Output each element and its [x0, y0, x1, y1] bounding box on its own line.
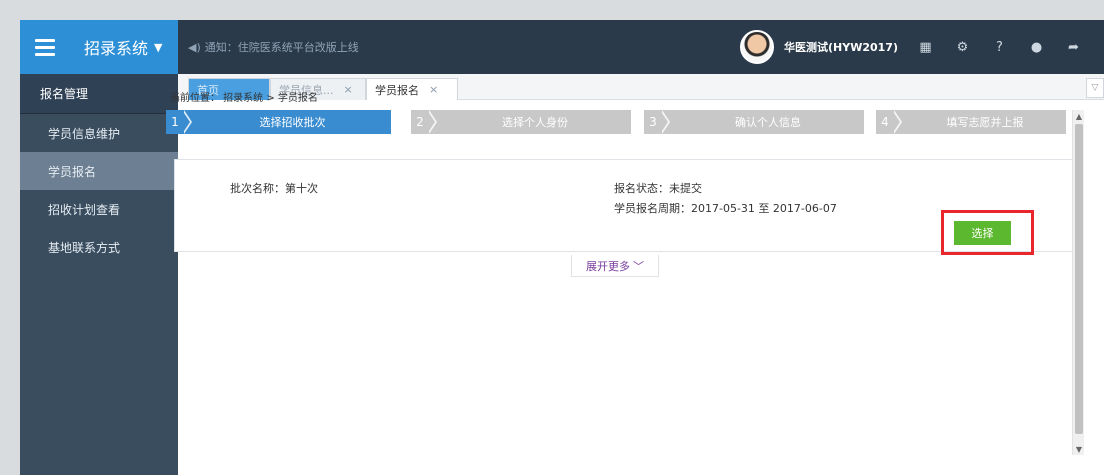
- expand-more-button[interactable]: 展开更多 ﹀: [571, 255, 659, 277]
- close-icon[interactable]: ×: [344, 83, 353, 96]
- app-title-dropdown[interactable]: 招录系统 ▼: [70, 20, 178, 74]
- step-label: 选择个人身份: [502, 116, 568, 129]
- notice-bar: ◀) 通知：住院医系统平台改版上线: [188, 20, 359, 74]
- header-tools: ▦ ⚙ ? ● ➦: [918, 20, 1081, 74]
- step-arrow-icon: [182, 110, 194, 134]
- sidebar-item-base-contacts[interactable]: 基地联系方式: [20, 228, 178, 266]
- speaker-icon: ◀): [188, 40, 201, 54]
- sidebar-item-student-registration[interactable]: 学员报名: [20, 152, 178, 190]
- help-icon[interactable]: ?: [992, 40, 1007, 55]
- step-arrow-icon: [427, 110, 439, 134]
- step-4: 4 填写志愿并上报: [876, 110, 1066, 134]
- avatar[interactable]: [740, 30, 774, 64]
- scroll-down-icon[interactable]: ▼: [1073, 443, 1085, 455]
- sidebar-item-recruitment-plan[interactable]: 招收计划查看: [20, 190, 178, 228]
- notice-text: 通知：住院医系统平台改版上线: [204, 41, 359, 54]
- breadcrumb: 当前位置： 招录系统 > 学员报名: [170, 93, 318, 104]
- select-button[interactable]: 选择: [954, 221, 1011, 245]
- sidebar-heading[interactable]: 报名管理: [20, 74, 178, 114]
- user-icon[interactable]: ●: [1029, 40, 1044, 55]
- registration-period: 学员报名周期：2017-05-31 至 2017-06-07: [614, 202, 837, 215]
- step-label: 确认个人信息: [735, 116, 801, 129]
- gear-icon[interactable]: ⚙: [955, 40, 970, 55]
- step-label: 选择招收批次: [259, 116, 326, 129]
- app-title: 招录系统: [84, 39, 149, 58]
- expand-more-label: 展开更多: [586, 259, 630, 273]
- chevron-down-icon: ﹀: [633, 259, 644, 273]
- step-2: 2 选择个人身份: [411, 110, 631, 134]
- scroll-up-icon[interactable]: ▲: [1073, 110, 1085, 122]
- tab-dropdown-icon[interactable]: ▽: [1086, 78, 1104, 98]
- step-label: 填写志愿并上报: [946, 116, 1024, 129]
- batch-name: 批次名称：第十次: [230, 182, 318, 195]
- hamburger-menu-icon[interactable]: [20, 20, 70, 74]
- vertical-scrollbar[interactable]: ▲ ▼: [1072, 110, 1084, 455]
- chevron-down-icon: ▼: [154, 40, 163, 54]
- step-1: 1 选择招收批次: [166, 110, 391, 134]
- logout-icon[interactable]: ➦: [1066, 40, 1081, 55]
- step-arrow-icon: [892, 110, 904, 134]
- tab-label: 学员报名: [375, 83, 419, 97]
- top-bar: 招录系统 ▼ ◀) 通知：住院医系统平台改版上线 华医测试(HYW2017) ▦…: [20, 20, 1104, 74]
- step-3: 3 确认个人信息: [644, 110, 864, 134]
- scroll-thumb[interactable]: [1075, 124, 1083, 434]
- sidebar: 报名管理 学员信息维护 学员报名 招收计划查看 基地联系方式: [20, 74, 178, 475]
- step-indicator: 1 选择招收批次 2 选择个人身份 3 确认个人信息 4 填写志愿并上报: [166, 110, 1066, 134]
- user-name[interactable]: 华医测试(HYW2017): [784, 39, 898, 55]
- user-info[interactable]: 华医测试(HYW2017): [740, 20, 898, 74]
- tab-student-registration[interactable]: 学员报名 ×: [366, 78, 458, 100]
- registration-status: 报名状态：未提交: [614, 182, 702, 195]
- close-icon[interactable]: ×: [429, 83, 438, 96]
- step-arrow-icon: [660, 110, 672, 134]
- sidebar-item-student-info[interactable]: 学员信息维护: [20, 114, 178, 152]
- calendar-icon[interactable]: ▦: [918, 40, 933, 55]
